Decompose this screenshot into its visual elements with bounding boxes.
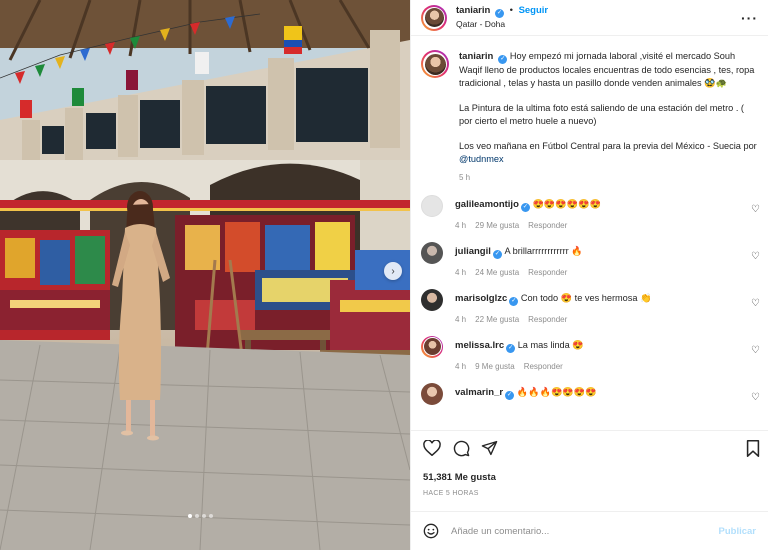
- post-actions-bar: [411, 430, 768, 460]
- comment-icon[interactable]: [453, 440, 470, 457]
- comment-like-heart-icon[interactable]: ♡: [751, 392, 760, 403]
- author-username[interactable]: taniarin: [456, 5, 490, 16]
- post-side-panel: taniarin ✓ • Seguir Qatar - Doha ··· tan…: [410, 0, 768, 550]
- comment-text: La mas linda 😍: [517, 339, 584, 350]
- bookmark-icon[interactable]: [746, 440, 760, 457]
- verified-badge-icon: ✓: [520, 202, 530, 212]
- commenter-avatar[interactable]: [421, 194, 443, 217]
- caption-username[interactable]: taniarin: [459, 51, 493, 62]
- more-options-icon[interactable]: ···: [741, 10, 758, 26]
- reply-button[interactable]: Responder: [528, 268, 567, 277]
- comment-time: 4 h: [455, 314, 467, 324]
- commenter-avatar[interactable]: [421, 335, 443, 358]
- comment-like-heart-icon[interactable]: ♡: [751, 251, 760, 262]
- commenter-avatar[interactable]: [421, 241, 443, 264]
- carousel-dot: [195, 514, 199, 518]
- verified-badge-icon: ✓: [494, 9, 504, 18]
- emoji-icon[interactable]: [423, 523, 439, 539]
- comment-time: 4 h: [455, 220, 467, 230]
- comment-likes[interactable]: 24 Me gusta: [475, 268, 519, 277]
- post-timestamp: HACE 5 HORAS: [423, 490, 479, 497]
- caption-paragraph: La Pintura de la ultima foto está salien…: [459, 103, 744, 126]
- comment-likes[interactable]: 29 Me gusta: [475, 221, 519, 230]
- verified-badge-icon: ✓: [498, 55, 508, 64]
- reply-button[interactable]: Responder: [528, 315, 567, 324]
- carousel-dot: [188, 514, 192, 518]
- post-location[interactable]: Qatar - Doha: [456, 18, 741, 30]
- share-icon[interactable]: [481, 440, 498, 456]
- commenter-username[interactable]: valmarin_r: [455, 387, 503, 398]
- commenter-username[interactable]: melissa.lrc: [455, 340, 504, 351]
- commenter-username[interactable]: galileamontijo: [455, 199, 519, 210]
- commenter-username[interactable]: marisolglzc: [455, 293, 507, 304]
- verified-badge-icon: ✓: [505, 390, 515, 400]
- commenter-username[interactable]: juliangil: [455, 246, 491, 257]
- reply-button[interactable]: Responder: [524, 362, 563, 371]
- comment-item: melissa.lrc ✓ La mas linda 😍 4 h 9 Me gust…: [411, 335, 768, 383]
- comment-item: valmarin_r ✓ 🔥🔥🔥😍😍😍😍 ♡: [411, 382, 768, 413]
- heart-icon[interactable]: [423, 440, 441, 456]
- reply-button[interactable]: Responder: [528, 221, 567, 230]
- comment-text: Con todo 😍 te ves hermosa 👏: [520, 292, 652, 303]
- comment-item: galileamontijo ✓ 😍😍😍😍😍😍 4 h 29 Me gusta Res…: [411, 194, 768, 242]
- add-comment-bar: Publicar: [411, 511, 768, 550]
- comment-likes[interactable]: 9 Me gusta: [475, 362, 515, 371]
- caption-text: Los veo mañana en Fútbol Central para la…: [459, 141, 757, 152]
- verified-badge-icon: ✓: [506, 343, 516, 353]
- comment-like-heart-icon[interactable]: ♡: [751, 345, 760, 356]
- carousel-dots: [188, 514, 213, 518]
- comment-text: 😍😍😍😍😍😍: [532, 198, 602, 209]
- comment-like-heart-icon[interactable]: ♡: [751, 298, 760, 309]
- caption-paragraph: Los veo mañana en Fútbol Central para la…: [459, 140, 758, 165]
- comments-section[interactable]: taniarin ✓ Hoy empezó mi jornada laboral …: [411, 36, 768, 430]
- verified-badge-icon: ✓: [492, 249, 502, 259]
- verified-badge-icon: ✓: [509, 296, 519, 306]
- author-avatar[interactable]: [421, 4, 447, 31]
- comment-likes[interactable]: 22 Me gusta: [475, 315, 519, 324]
- caption-paragraph: taniarin ✓ Hoy empezó mi jornada laboral …: [459, 50, 758, 89]
- post-photo[interactable]: ›: [0, 0, 410, 550]
- caption-time: 5 h: [459, 173, 471, 183]
- instagram-post-view: › taniarin ✓ • Seguir Qatar - Doha ··· t…: [0, 0, 768, 550]
- comment-time: 4 h: [455, 267, 467, 277]
- post-header: taniarin ✓ • Seguir Qatar - Doha ···: [411, 0, 768, 36]
- comment-item: juliangil ✓ A brillarrrrrrrrrrrr 🔥 4 h 24 …: [411, 241, 768, 289]
- header-separator: •: [509, 5, 513, 16]
- comment-text: A brillarrrrrrrrrrrr 🔥: [504, 245, 583, 256]
- comment-item: marisolglzc ✓ Con todo 😍 te ves hermosa 👏…: [411, 288, 768, 336]
- publish-button[interactable]: Publicar: [719, 526, 757, 537]
- commenter-avatar[interactable]: [421, 288, 443, 311]
- carousel-dot: [202, 514, 206, 518]
- comment-input[interactable]: [451, 525, 719, 537]
- market-scene-illustration: [0, 0, 410, 550]
- post-caption: taniarin ✓ Hoy empezó mi jornada laboral …: [411, 36, 768, 185]
- likes-count[interactable]: 51,381 Me gusta: [423, 472, 496, 483]
- follow-button[interactable]: Seguir: [519, 5, 549, 16]
- comment-time: 4 h: [455, 361, 467, 371]
- mention-link[interactable]: @tudnmex: [459, 154, 504, 164]
- caption-avatar[interactable]: [421, 50, 449, 78]
- comment-text: 🔥🔥🔥😍😍😍😍: [516, 386, 597, 397]
- carousel-dot: [209, 514, 213, 518]
- carousel-next-icon[interactable]: ›: [384, 262, 402, 280]
- comment-like-heart-icon[interactable]: ♡: [751, 204, 760, 215]
- commenter-avatar[interactable]: [421, 382, 443, 405]
